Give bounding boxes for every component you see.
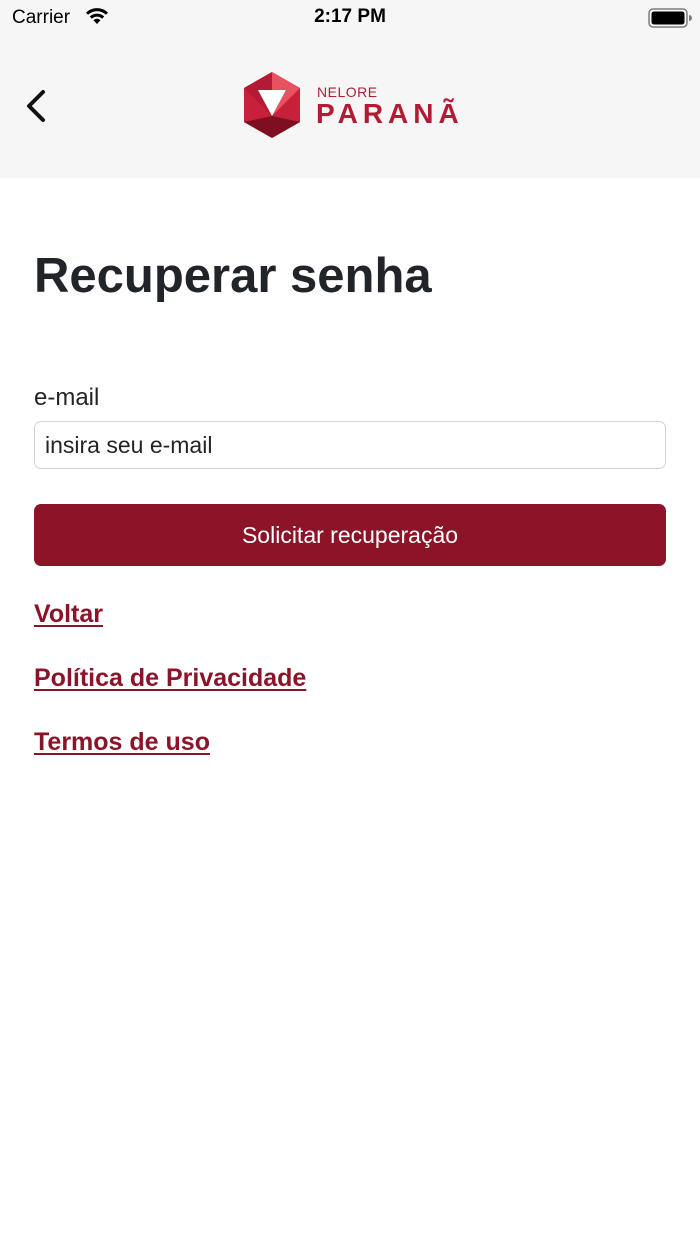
clock-time: 2:17 PM [314, 6, 386, 27]
logo-mark-icon [244, 72, 300, 138]
back-button[interactable] [14, 84, 58, 128]
email-label: e-mail [34, 384, 100, 411]
navigation-header: NELORE PARANÃ [0, 34, 700, 178]
privacy-policy-link[interactable]: Política de Privacidade [34, 664, 306, 693]
request-recovery-button[interactable]: Solicitar recuperação [34, 504, 666, 566]
status-bar: Carrier 2:17 PM [0, 0, 700, 34]
chevron-left-icon [27, 90, 45, 122]
back-link[interactable]: Voltar [34, 600, 103, 629]
logo-main-text: PARANÃ [316, 98, 464, 129]
email-input[interactable] [34, 421, 666, 469]
terms-of-use-link[interactable]: Termos de uso [34, 728, 210, 757]
nelore-parana-logo: NELORE PARANÃ [240, 70, 459, 142]
page-title: Recuperar senha [34, 249, 432, 303]
battery-icon [648, 8, 692, 33]
